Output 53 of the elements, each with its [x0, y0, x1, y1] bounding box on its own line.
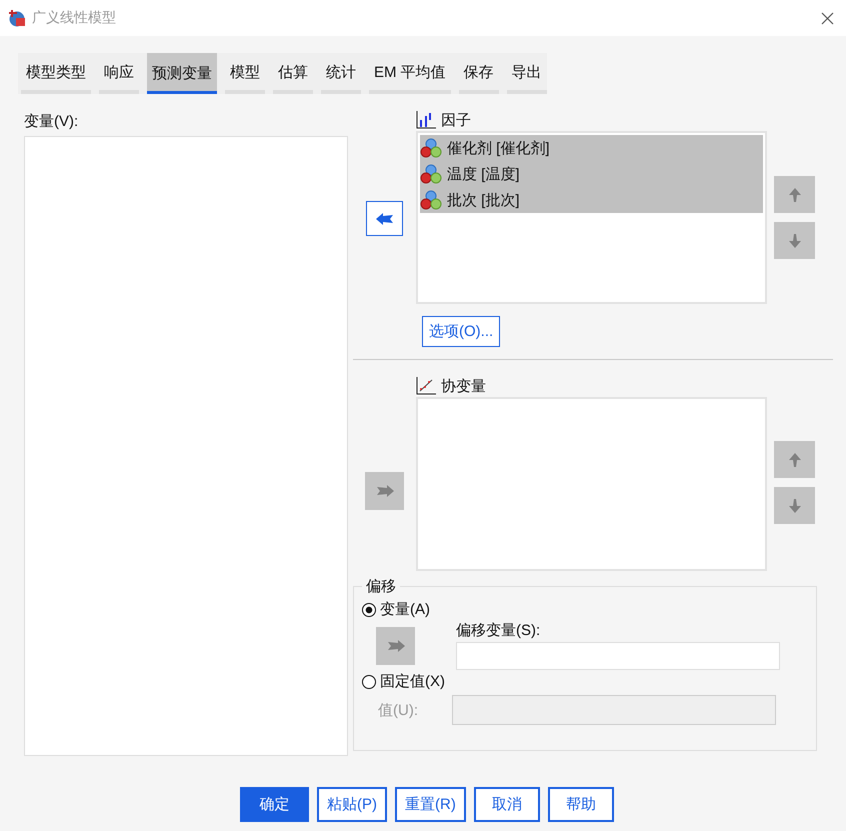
move-up-button[interactable]	[774, 176, 815, 213]
up-arrow-icon	[788, 452, 802, 468]
variables-label: 变量(V):	[24, 112, 80, 131]
arrow-icon	[386, 638, 406, 654]
offset-variable-field[interactable]	[456, 642, 780, 670]
offset-variable-label: 偏移变量(S):	[456, 621, 542, 640]
tab[interactable]: 统计	[321, 53, 361, 94]
transfer-button[interactable]	[366, 201, 403, 236]
tab[interactable]: 估算	[273, 53, 313, 94]
dialog-button[interactable]: 取消	[474, 787, 540, 822]
move-up-button[interactable]	[774, 441, 815, 478]
nominal-variable-icon	[420, 138, 442, 158]
radio-label: 变量(A)	[380, 600, 430, 619]
tab[interactable]: 保存	[458, 53, 499, 94]
down-arrow-icon	[788, 498, 802, 514]
value-field[interactable]	[452, 695, 776, 725]
dialog-button[interactable]: 重置(R)	[395, 787, 466, 822]
close-button[interactable]	[821, 12, 834, 24]
dialog-button[interactable]: 帮助	[548, 787, 614, 822]
radio-button[interactable]	[362, 674, 376, 688]
factor-list[interactable]: 催化剂 [催化剂] 温度 [温度] 批次 [批次]	[416, 131, 767, 304]
tab[interactable]: 响应	[99, 53, 139, 94]
window-title: 广义线性模型	[32, 9, 117, 27]
tab[interactable]: 模型类型	[21, 53, 91, 94]
factors-label: 因子	[441, 110, 471, 130]
radio-label: 固定值(X)	[380, 672, 445, 691]
dialog-button[interactable]: 粘贴(P)	[317, 787, 387, 822]
offset-title: 偏移	[365, 577, 397, 596]
move-down-button[interactable]	[774, 487, 815, 524]
arrow-icon	[374, 210, 394, 226]
factor-item[interactable]: 温度 [温度]	[420, 161, 763, 187]
down-arrow-icon	[788, 232, 802, 248]
arrow-icon	[374, 483, 394, 499]
tab[interactable]: 预测变量	[147, 53, 217, 94]
options-button[interactable]: 选项(O)...	[422, 316, 500, 347]
covariate-list[interactable]	[416, 397, 767, 571]
factor-item[interactable]: 催化剂 [催化剂]	[420, 135, 763, 161]
tab[interactable]: 模型	[225, 53, 265, 94]
close-icon	[821, 12, 834, 24]
bar-chart-icon	[416, 111, 436, 129]
value-label: 值(U):	[377, 700, 419, 720]
up-arrow-icon	[788, 186, 802, 202]
scatter-plot-icon	[416, 377, 436, 395]
app-icon	[8, 9, 26, 27]
covariates-label: 协变量	[441, 376, 486, 396]
radio-button[interactable]	[362, 602, 376, 616]
nominal-variable-icon	[420, 164, 442, 184]
tab[interactable]: EM 平均值	[369, 53, 451, 94]
move-down-button[interactable]	[774, 222, 815, 259]
nominal-variable-icon	[420, 190, 442, 210]
tab[interactable]: 导出	[506, 53, 547, 94]
dialog-button[interactable]: 确定	[240, 787, 309, 822]
factor-item[interactable]: 批次 [批次]	[420, 187, 763, 213]
